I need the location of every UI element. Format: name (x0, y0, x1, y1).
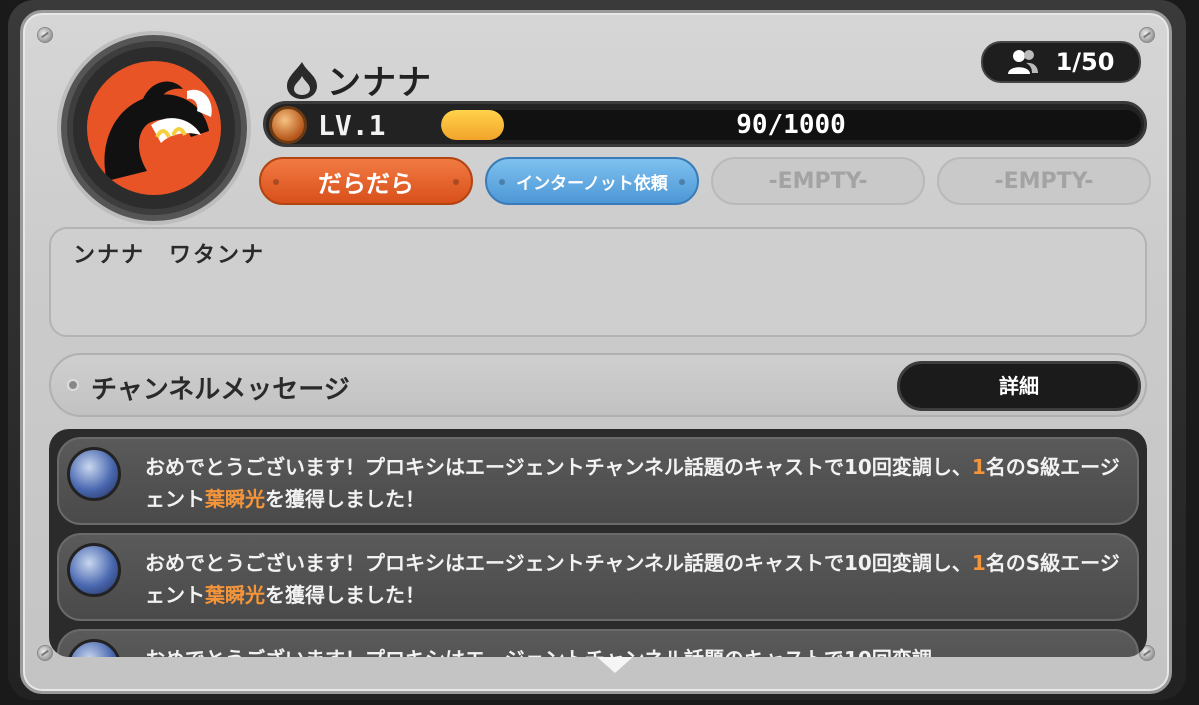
message-text: おめでとうございます！プロキシはエージェントチャンネル話題のキャストで10回変調 (145, 643, 1135, 657)
message-text: おめでとうございます！プロキシはエージェントチャンネル話題のキャストで10回変調… (145, 551, 1120, 607)
message-item: おめでとうございます！プロキシはエージェントチャンネル話題のキャストで10回変調… (57, 533, 1139, 621)
tag-slot-4-empty[interactable]: -EMPTY- (937, 157, 1151, 205)
details-button[interactable]: 詳細 (897, 361, 1141, 411)
tag-slot-1[interactable]: だらだら (259, 157, 473, 205)
level-gem-icon (269, 106, 307, 144)
message-item: おめでとうございます！プロキシはエージェントチャンネル話題のキャストで10回変調 (57, 629, 1139, 657)
xp-progress-bar: 90/1000 (441, 110, 1141, 140)
friends-icon (1007, 50, 1038, 74)
channel-title: チャンネルメッセージ (91, 375, 350, 405)
avatar-image (87, 61, 221, 195)
xp-text: 90/1000 (736, 110, 846, 140)
tag-slot-2[interactable]: インターノット依頼 (485, 157, 699, 205)
level-bar: LV.1 90/1000 (263, 101, 1147, 147)
player-name: ンナナ (327, 63, 432, 103)
tag-list: だらだら インターノット依頼 -EMPTY- -EMPTY- (259, 157, 1151, 205)
message-avatar (67, 639, 121, 657)
scroll-down-icon[interactable] (597, 657, 633, 673)
player-avatar[interactable] (61, 35, 247, 221)
friends-count-badge[interactable]: 1/50 (981, 41, 1141, 83)
message-avatar (67, 543, 121, 597)
player-name-row: ンナナ (285, 55, 432, 104)
screw-decoration (1139, 27, 1155, 43)
message-avatar (67, 447, 121, 501)
bio-box: ンナナ ワタンナ (49, 227, 1147, 337)
channel-message-header: チャンネルメッセージ 詳細 (49, 353, 1147, 417)
screw-decoration (37, 27, 53, 43)
profile-card: ンナナ 1/50 LV.1 90/1000 だらだら インターノット依頼 -EM… (20, 10, 1172, 694)
screw-decoration (37, 645, 53, 661)
friends-count: 1/50 (1055, 48, 1115, 76)
tag-slot-3-empty[interactable]: -EMPTY- (711, 157, 925, 205)
channel-message-list[interactable]: おめでとうございます！プロキシはエージェントチャンネル話題のキャストで10回変調… (49, 429, 1147, 657)
tag-label: -EMPTY- (994, 168, 1094, 194)
tag-label: -EMPTY- (768, 168, 868, 194)
bullet-icon (67, 379, 79, 391)
level-label: LV.1 (318, 109, 386, 142)
flame-icon (287, 61, 317, 99)
tag-label: だらだら (318, 169, 414, 198)
message-text: おめでとうございます！プロキシはエージェントチャンネル話題のキャストで10回変調… (145, 455, 1120, 511)
tag-label: インターノット依頼 (516, 173, 668, 194)
bio-text: ンナナ ワタンナ (73, 243, 266, 268)
message-item: おめでとうございます！プロキシはエージェントチャンネル話題のキャストで10回変調… (57, 437, 1139, 525)
